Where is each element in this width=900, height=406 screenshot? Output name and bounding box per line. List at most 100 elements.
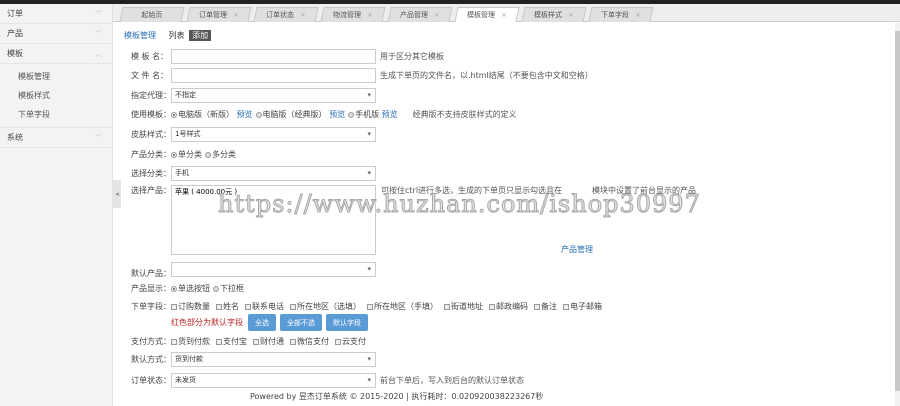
checkbox-icon[interactable] <box>489 304 495 310</box>
checkbox-option[interactable]: 姓名 <box>216 301 239 312</box>
checkbox-option[interactable]: 云支付 <box>335 336 366 347</box>
radio-display-dropdown[interactable]: 下拉框 <box>213 283 244 294</box>
checkbox-option[interactable]: 电子邮箱 <box>563 301 602 312</box>
tab-6[interactable]: 模板样式 × <box>521 7 587 22</box>
breadcrumb-title[interactable]: 模板管理 <box>124 31 156 40</box>
checkbox-option[interactable]: 财付通 <box>253 336 284 347</box>
tab-7[interactable]: 下单字段 × <box>588 7 654 22</box>
sidebar-item-orders[interactable]: 订单 ﹀ <box>0 4 112 24</box>
checkbox-icon[interactable] <box>335 339 341 345</box>
checkbox-icon[interactable] <box>171 339 177 345</box>
radio-display-radio[interactable]: 单选按钮 <box>171 283 210 294</box>
preview-link[interactable]: 预览 <box>329 110 345 119</box>
label: 默认产品： <box>131 269 171 278</box>
checkbox-option[interactable]: 备注 <box>534 301 557 312</box>
label: 产品分类： <box>131 150 171 159</box>
sidebar-sub-template-style[interactable]: 模板样式 <box>0 86 112 105</box>
radio-multi-category[interactable]: 多分类 <box>205 149 236 160</box>
default-fields-button[interactable]: 默认字段 <box>326 314 368 331</box>
checkbox-option[interactable]: 所在地区（手填） <box>367 301 438 312</box>
close-icon[interactable]: × <box>501 11 507 19</box>
close-icon[interactable]: × <box>568 11 574 19</box>
preview-link[interactable]: 预览 <box>237 110 253 119</box>
checkbox-icon[interactable] <box>444 304 450 310</box>
checkbox-option[interactable]: 微信支付 <box>290 336 329 347</box>
checkbox-option[interactable]: 邮政编码 <box>489 301 528 312</box>
row-payment: 支付方式： 货到付款 支付宝 财付通 微信支付 云支付 <box>131 336 372 347</box>
select-none-button[interactable]: 全部不选 <box>280 314 322 331</box>
checkbox-icon[interactable] <box>367 304 373 310</box>
row-display: 产品显示： 单选按钮 下拉框 <box>131 283 247 294</box>
default-payment-select[interactable]: 货到付款 <box>171 352 376 367</box>
checkbox-icon[interactable] <box>290 304 296 310</box>
checkbox-icon[interactable] <box>245 304 251 310</box>
checkbox-icon[interactable] <box>216 304 222 310</box>
chevron-down-icon: ﹀ <box>95 134 102 142</box>
row-category: 选择分类： 手机 <box>131 166 376 181</box>
checkbox-option[interactable]: 所在地区（选填） <box>290 301 361 312</box>
tab-label: 产品管理 <box>399 11 428 19</box>
checkbox-icon[interactable] <box>216 339 222 345</box>
checkbox-option[interactable]: 联系电话 <box>245 301 284 312</box>
sidebar-sub-order-fields[interactable]: 下单字段 <box>0 105 112 124</box>
tab-1[interactable]: 订单管理 × <box>186 7 252 22</box>
template-name-input[interactable] <box>171 49 376 64</box>
sidebar-item-products[interactable]: 产品 ﹀ <box>0 24 112 44</box>
tab-3[interactable]: 物流管理 × <box>320 7 386 22</box>
product-multiselect[interactable]: 苹果 ( 4000.00元 ) <box>171 185 376 255</box>
checkbox-icon[interactable] <box>563 304 569 310</box>
tab-0[interactable]: 起始页 <box>119 7 185 22</box>
radio-mobile[interactable]: 手机版 预览 <box>348 109 398 120</box>
default-product-select[interactable] <box>171 262 376 277</box>
chevron-down-icon: ﹀ <box>95 10 102 18</box>
product-manage-link[interactable]: 产品管理 <box>561 244 593 255</box>
row-default-product: 默认产品： <box>131 260 376 279</box>
close-icon[interactable]: × <box>367 11 373 19</box>
add-link[interactable]: 添加 <box>189 30 212 41</box>
checkbox-icon[interactable] <box>171 304 177 310</box>
sidebar-collapse-button[interactable]: ◂ <box>113 180 121 208</box>
checkbox-option[interactable]: 订购数量 <box>171 301 210 312</box>
checkbox-icon[interactable] <box>290 339 296 345</box>
close-icon[interactable]: × <box>233 11 239 19</box>
option-label: 财付通 <box>260 337 284 346</box>
tab-5[interactable]: 模板管理 × <box>454 7 520 22</box>
tab-2[interactable]: 订单状态 × <box>253 7 319 22</box>
skin-select[interactable]: 1号样式 <box>171 127 376 142</box>
close-icon[interactable]: × <box>635 11 641 19</box>
checkbox-icon[interactable] <box>253 339 259 345</box>
option-label: 电子邮箱 <box>570 302 602 311</box>
close-icon[interactable]: × <box>300 11 306 19</box>
product-manage-row: 产品管理 <box>561 244 593 255</box>
scrollbar[interactable] <box>895 23 900 406</box>
hint: 生成下单页的文件名，以.html结尾（不要包含中文和空格） <box>380 71 593 80</box>
row-file: 文 件 名： 生成下单页的文件名，以.html结尾（不要包含中文和空格） <box>131 68 593 83</box>
checkbox-icon[interactable] <box>534 304 540 310</box>
row-fields: 下单字段： 订购数量 姓名 联系电话 所在地区（选填） 所在地区（手填） 街道地址 邮政编码 备… <box>131 301 608 312</box>
sidebar-item-system[interactable]: 系统 ﹀ <box>0 128 112 148</box>
category-select[interactable]: 手机 <box>171 166 376 181</box>
list-link[interactable]: 列表 <box>169 31 185 40</box>
checkbox-option[interactable]: 货到付款 <box>171 336 210 347</box>
row-products: 选择产品： 苹果 ( 4000.00元 ) 可按住ctrl进行多选，生成的下单页只… <box>131 185 696 255</box>
order-status-select[interactable]: 未发货 <box>171 373 376 388</box>
sidebar-sub-template-manage[interactable]: 模板管理 <box>0 67 112 86</box>
sidebar-item-templates[interactable]: 模板 ︿ <box>0 44 112 64</box>
select-all-button[interactable]: 全选 <box>248 314 276 331</box>
radio-single-category[interactable]: 单分类 <box>171 149 202 160</box>
chevron-up-icon: ︿ <box>95 50 102 58</box>
checkbox-option[interactable]: 支付宝 <box>216 336 247 347</box>
radio-pc-classic[interactable]: 电脑版（经典版） 预览 <box>255 109 345 120</box>
scrollbar-thumb[interactable] <box>895 31 900 391</box>
radio-pc-new[interactable]: 电脑版（新版） 预览 <box>171 109 253 120</box>
option-label: 微信支付 <box>297 337 329 346</box>
main-content: 模板管理 列表 添加 模 板 名： 用于区分其它模板 文 件 名： 生成下单页的文件… <box>121 22 895 406</box>
file-name-input[interactable] <box>171 68 376 83</box>
tab-4[interactable]: 产品管理 × <box>387 7 453 22</box>
checkbox-option[interactable]: 街道地址 <box>444 301 483 312</box>
agent-select[interactable]: 不指定 <box>171 88 376 103</box>
preview-link[interactable]: 预览 <box>382 110 398 119</box>
row-category-type: 产品分类： 单分类 多分类 <box>131 149 239 160</box>
tab-label: 订单管理 <box>198 11 227 19</box>
close-icon[interactable]: × <box>434 11 440 19</box>
